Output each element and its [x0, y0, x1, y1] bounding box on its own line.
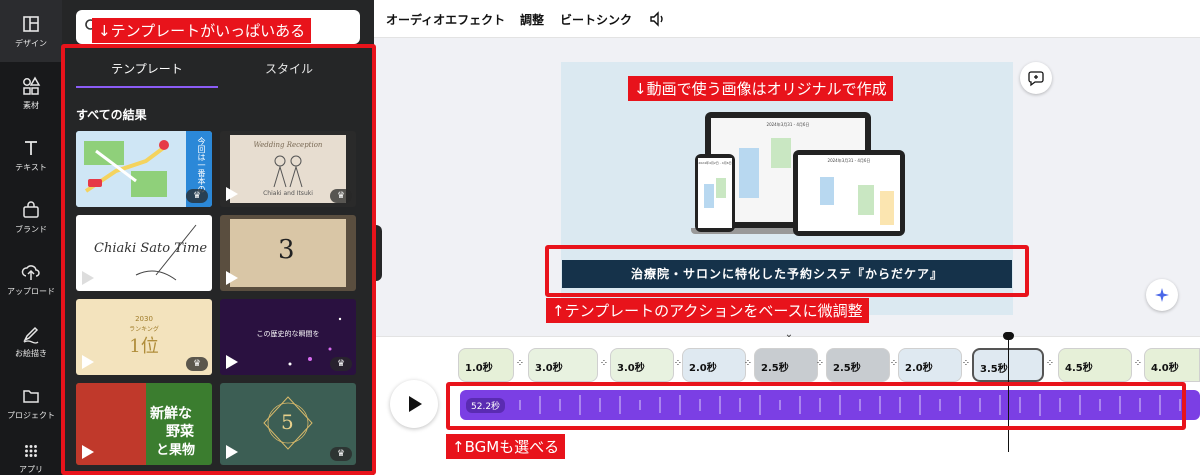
rail-label: デザイン — [15, 38, 47, 48]
calendar-block — [739, 148, 759, 198]
transition-icon[interactable]: ⁘ — [960, 357, 972, 371]
beat-sync-button[interactable]: ビートシンク — [560, 11, 632, 28]
rail-item-elements[interactable]: 素材 — [0, 62, 62, 124]
rail-item-draw[interactable]: お絵描き — [0, 310, 62, 372]
rail-label: プロジェクト — [7, 410, 55, 420]
shapes-icon — [23, 75, 41, 95]
draw-icon — [23, 326, 39, 344]
calendar-block — [820, 177, 834, 205]
clip-duration: 4.0秒 — [1151, 363, 1179, 374]
clip-duration: 2.0秒 — [689, 363, 717, 374]
clip-duration: 3.0秒 — [535, 363, 563, 374]
timeline-clip[interactable]: 1.0秒 — [458, 348, 514, 382]
clip-duration: 2.5秒 — [833, 363, 861, 374]
annotation-box-caption — [545, 245, 1029, 297]
timeline-clip[interactable]: 2.0秒 — [898, 348, 962, 382]
transition-icon[interactable]: ⁘ — [514, 357, 526, 371]
brand-icon — [23, 200, 39, 218]
calendar-block — [880, 191, 894, 225]
rail-item-design[interactable]: デザイン — [0, 0, 62, 62]
calendar-block — [716, 178, 726, 198]
timeline-clip[interactable]: 2.0秒 — [682, 348, 746, 382]
annotation-box-templates — [61, 44, 376, 475]
timeline-clip[interactable]: 3.0秒 — [528, 348, 598, 382]
rail-label: ブランド — [15, 224, 47, 234]
folder-icon — [23, 389, 39, 403]
rail-label: お絵描き — [15, 348, 47, 358]
chevron-down-icon[interactable]: ⌄ — [782, 329, 796, 343]
tablet-mockup: 2024年3月31 - 4月6日 — [793, 150, 905, 236]
add-comment-icon — [1028, 71, 1044, 87]
annotation-label-templates: ↓テンプレートがいっぱいある — [92, 18, 312, 43]
clip-duration: 1.0秒 — [465, 363, 493, 374]
transition-icon[interactable]: ⁘ — [814, 357, 826, 371]
upload-icon — [21, 264, 40, 280]
timeline-clip[interactable]: 2.5秒 — [826, 348, 890, 382]
transition-icon[interactable]: ⁘ — [742, 357, 754, 371]
rail-item-brand[interactable]: ブランド — [0, 186, 62, 248]
top-toolbar: オーディオエフェクト 調整 ビートシンク — [374, 0, 1200, 38]
calendar-block — [858, 185, 874, 215]
timeline-clip[interactable]: 4.0秒 — [1144, 348, 1200, 382]
magic-assistant-button[interactable] — [1146, 279, 1178, 311]
annotation-label-action: ↑テンプレートのアクションをベースに微調整 — [546, 298, 869, 323]
timeline-clip[interactable]: 2.5秒 — [754, 348, 818, 382]
play-icon — [409, 396, 422, 412]
rail-label: テキスト — [15, 162, 47, 172]
calendar-header-c: 2024年4月2日 - 4月6日 — [698, 161, 732, 165]
calendar-header-b: 2024年3月31 - 4月6日 — [827, 158, 871, 163]
volume-icon[interactable] — [648, 10, 666, 28]
phone-mockup: 2024年4月2日 - 4月6日 — [695, 154, 735, 232]
transition-icon[interactable]: ⁘ — [1132, 357, 1144, 371]
clip-duration: 3.0秒 — [617, 363, 645, 374]
transition-icon[interactable]: ⁘ — [1044, 357, 1056, 371]
text-icon — [25, 140, 37, 155]
annotation-box-bgm — [446, 382, 1186, 430]
annotation-label-bgm: ↑BGMも選べる — [446, 434, 566, 459]
rail-label: アプリ — [19, 465, 43, 474]
layout-icon — [23, 15, 39, 32]
nav-rail: デザイン 素材 テキスト ブランド アップロード お絵描き プロジェクト アプリ — [0, 0, 62, 475]
play-button[interactable] — [390, 380, 438, 428]
rail-item-upload[interactable]: アップロード — [0, 248, 62, 310]
sparkle-icon — [1155, 288, 1169, 302]
rail-label: 素材 — [23, 100, 39, 110]
clip-duration: 4.5秒 — [1065, 363, 1093, 374]
tablet-screen: 2024年3月31 - 4月6日 — [798, 155, 900, 231]
calendar-block — [704, 184, 714, 208]
clip-duration: 2.0秒 — [905, 363, 933, 374]
calendar-header-a: 2024年3月31 - 4月6日 — [766, 122, 810, 127]
apps-icon — [25, 445, 37, 457]
adjust-button[interactable]: 調整 — [520, 11, 544, 28]
annotation-label-images: ↓動画で使う画像はオリジナルで作成 — [628, 76, 893, 101]
phone-screen: 2024年4月2日 - 4月6日 — [698, 158, 732, 228]
clip-duration: 2.5秒 — [761, 363, 789, 374]
rail-label: アップロード — [7, 286, 55, 296]
rail-item-text[interactable]: テキスト — [0, 124, 62, 186]
timeline-clip[interactable]: 3.0秒 — [610, 348, 674, 382]
calendar-block — [771, 138, 791, 168]
transition-icon[interactable]: ⁘ — [598, 357, 610, 371]
timeline-clip[interactable]: 4.5秒 — [1058, 348, 1132, 382]
rail-item-apps[interactable]: アプリ — [0, 434, 62, 475]
audio-effects-button[interactable]: オーディオエフェクト — [386, 11, 505, 28]
rail-item-projects[interactable]: プロジェクト — [0, 372, 62, 434]
comment-button[interactable] — [1020, 62, 1052, 94]
clip-duration: 3.5秒 — [980, 364, 1008, 375]
